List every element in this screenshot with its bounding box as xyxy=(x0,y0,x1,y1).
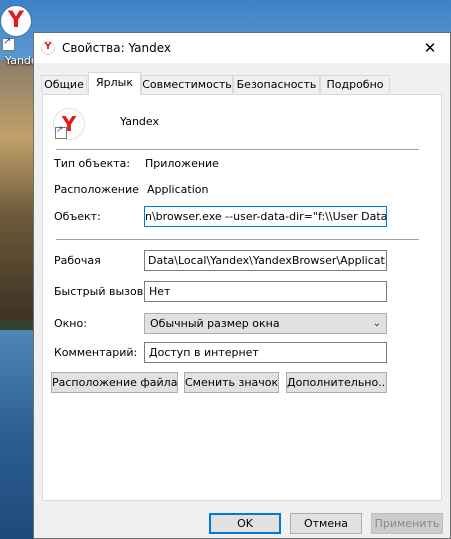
shortcut-name: Yandex xyxy=(120,115,159,128)
target-label: Объект: xyxy=(54,210,101,223)
hotkey-label: Быстрый вызов: xyxy=(54,285,147,298)
change-icon-button[interactable]: Сменить значок... xyxy=(184,372,279,393)
advanced-button[interactable]: Дополнительно... xyxy=(286,372,387,393)
window-mode-select[interactable]: Обычный размер окна ⌄ xyxy=(144,313,387,334)
divider xyxy=(56,239,419,240)
tab-compatibility[interactable]: Совместимость xyxy=(141,75,233,93)
workdir-text: Data\Local\Yandex\YandexBrowser\Applicat… xyxy=(148,254,387,267)
shortcut-icon xyxy=(54,109,84,139)
workdir-input[interactable]: Data\Local\Yandex\YandexBrowser\Applicat… xyxy=(144,250,387,271)
apply-button[interactable]: Применить xyxy=(371,513,443,534)
desktop-shortcut-yandex[interactable]: Yandex xyxy=(0,2,44,68)
divider xyxy=(56,149,419,150)
object-type-label: Тип объекта: xyxy=(54,157,131,170)
properties-dialog: Свойства: Yandex ✕ Общие Ярлык Совместим… xyxy=(33,32,451,539)
tab-details[interactable]: Подробно xyxy=(320,75,390,93)
desktop-wallpaper-mountain xyxy=(0,60,34,320)
window-mode-label: Окно: xyxy=(54,317,87,330)
cancel-button[interactable]: Отмена xyxy=(290,513,362,534)
comment-input[interactable]: Доступ в интернет xyxy=(144,342,387,363)
location-label: Расположение xyxy=(54,183,139,196)
target-input[interactable]: n\browser.exe --user-data-dir="f:\\User … xyxy=(144,206,387,227)
workdir-label: Рабочая xyxy=(54,254,101,267)
yandex-app-icon xyxy=(41,41,55,55)
tab-security[interactable]: Безопасность xyxy=(233,75,320,93)
close-icon: ✕ xyxy=(423,39,437,57)
title-bar[interactable]: Свойства: Yandex ✕ xyxy=(34,33,450,63)
window-title: Свойства: Yandex xyxy=(62,41,171,55)
chevron-down-icon: ⌄ xyxy=(372,318,381,329)
object-type-value: Приложение xyxy=(145,157,219,170)
hotkey-text: Нет xyxy=(149,285,171,298)
shortcut-arrow-icon xyxy=(55,125,67,139)
hotkey-input[interactable]: Нет xyxy=(144,281,387,302)
target-text: n\browser.exe --user-data-dir="f:\\User … xyxy=(145,210,387,223)
location-value: Application xyxy=(147,183,209,196)
window-mode-value: Обычный размер окна xyxy=(150,317,280,330)
comment-label: Комментарий: xyxy=(54,346,138,359)
desktop-wallpaper-water xyxy=(0,330,34,539)
yandex-logo-icon xyxy=(1,6,31,36)
shortcut-arrow-icon xyxy=(2,36,15,51)
ok-button[interactable]: OK xyxy=(209,513,281,534)
tab-general[interactable]: Общие xyxy=(41,75,87,93)
close-button[interactable]: ✕ xyxy=(410,33,450,63)
tab-shortcut[interactable]: Ярлык xyxy=(88,72,141,95)
open-file-location-button[interactable]: Расположение файла xyxy=(51,372,178,393)
comment-text: Доступ в интернет xyxy=(149,346,259,359)
